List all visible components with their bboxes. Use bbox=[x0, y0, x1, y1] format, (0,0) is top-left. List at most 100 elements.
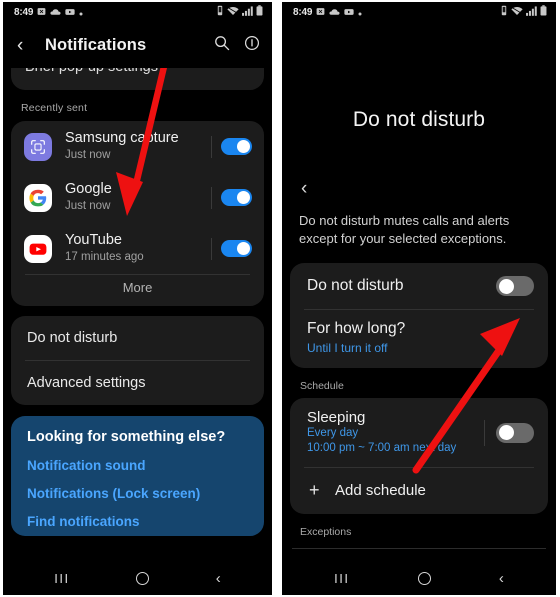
dnd-toggle-row[interactable]: Do not disturb bbox=[290, 263, 548, 309]
list-item-text: Samsung capture Just now bbox=[65, 130, 211, 163]
signal-icon bbox=[242, 3, 253, 21]
brief-popup-settings-label: Brief pop-up settings bbox=[25, 68, 158, 75]
recently-sent-label: Recently sent bbox=[21, 102, 88, 114]
duration-label: For how long? bbox=[307, 320, 406, 337]
right-phone-screen: 8:49 Do not disturb ‹ Do not disturb mut… bbox=[282, 0, 558, 597]
youtube-icon bbox=[344, 3, 354, 21]
nav-back-button[interactable]: ‹ bbox=[216, 571, 221, 586]
status-bar-clock: 8:49 bbox=[14, 6, 34, 18]
notification-toggle[interactable] bbox=[221, 189, 252, 206]
left-nav-bar: III ‹ bbox=[3, 562, 272, 595]
wifi-icon bbox=[511, 3, 523, 21]
duration-row[interactable]: For how long? Until I turn it off bbox=[290, 310, 548, 368]
app-timestamp: Just now bbox=[65, 149, 111, 161]
looking-for-something-else-card: Looking for something else? Notification… bbox=[11, 416, 264, 536]
divider bbox=[484, 419, 485, 446]
cloud-icon bbox=[50, 3, 61, 21]
menu-item-do-not-disturb[interactable]: Do not disturb bbox=[11, 316, 264, 360]
app-timestamp: Just now bbox=[65, 200, 111, 212]
nav-back-button[interactable]: ‹ bbox=[499, 571, 504, 586]
header-actions bbox=[214, 35, 260, 56]
schedule-card: Sleeping Every day 10:00 pm ~ 7:00 am ne… bbox=[290, 398, 548, 514]
promo-title: Looking for something else? bbox=[27, 429, 226, 445]
cloud-icon bbox=[329, 3, 340, 21]
divider bbox=[211, 186, 212, 209]
divider bbox=[211, 135, 212, 158]
google-icon bbox=[24, 183, 52, 212]
schedule-name: Sleeping bbox=[307, 409, 366, 426]
home-button[interactable] bbox=[417, 572, 431, 585]
search-icon[interactable] bbox=[214, 35, 230, 56]
app-name: Google bbox=[65, 181, 112, 197]
info-icon[interactable] bbox=[244, 35, 260, 56]
schedule-item-sleeping[interactable]: Sleeping Every day 10:00 pm ~ 7:00 am ne… bbox=[290, 398, 548, 467]
recents-button[interactable]: III bbox=[334, 572, 349, 585]
app-name: Samsung capture bbox=[65, 130, 179, 146]
notifications-header: ‹ Notifications bbox=[3, 22, 272, 68]
list-item[interactable]: Google Just now bbox=[11, 172, 264, 223]
screenshot-icon bbox=[37, 3, 46, 21]
battery-icon bbox=[540, 3, 547, 21]
divider bbox=[292, 548, 546, 549]
wifi-icon bbox=[227, 3, 239, 21]
do-not-disturb-content[interactable]: Do not disturb ‹ Do not disturb mutes ca… bbox=[282, 22, 556, 562]
battery-icon bbox=[256, 3, 263, 21]
samsung-capture-icon bbox=[24, 132, 52, 161]
back-button[interactable]: ‹ bbox=[17, 36, 37, 55]
menu-item-advanced-settings[interactable]: Advanced settings bbox=[11, 361, 264, 405]
schedule-toggle[interactable] bbox=[496, 422, 534, 443]
left-phone-screen: 8:49 ‹ Notifications Recently sent Samsu… bbox=[0, 0, 274, 597]
app-name: YouTube bbox=[65, 232, 122, 248]
list-item[interactable]: YouTube 17 minutes ago bbox=[11, 223, 264, 274]
dnd-settings-card: Do not disturb For how long? Until I tur… bbox=[290, 263, 548, 368]
notifications-content[interactable]: Brief pop-up settings Recently sent bbox=[3, 68, 272, 562]
dot-icon bbox=[358, 3, 362, 21]
dot-icon bbox=[79, 3, 83, 21]
vibrate-icon bbox=[500, 3, 508, 21]
add-schedule-label: Add schedule bbox=[335, 482, 426, 499]
divider bbox=[211, 237, 212, 260]
brief-popup-settings-row[interactable]: Brief pop-up settings bbox=[11, 68, 264, 90]
status-bar-right-group bbox=[216, 3, 263, 21]
list-item-text: Google Just now bbox=[65, 181, 211, 214]
add-schedule-button[interactable]: + Add schedule bbox=[290, 468, 548, 514]
dnd-description: Do not disturb mutes calls and alerts ex… bbox=[299, 213, 510, 246]
status-bar-clock: 8:49 bbox=[293, 6, 313, 18]
link-find-notifications[interactable]: Find notifications bbox=[27, 514, 248, 529]
dnd-toggle-label: Do not disturb bbox=[307, 277, 404, 294]
plus-icon: + bbox=[309, 480, 320, 500]
page-title: Notifications bbox=[45, 35, 147, 54]
duration-value: Until I turn it off bbox=[307, 341, 388, 355]
vibrate-icon bbox=[216, 3, 224, 21]
status-bar-right-group bbox=[500, 3, 547, 21]
more-button[interactable]: More bbox=[11, 275, 264, 306]
signal-icon bbox=[526, 3, 537, 21]
right-nav-bar: III ‹ bbox=[282, 562, 556, 595]
panel-gap bbox=[274, 0, 282, 597]
back-button[interactable]: ‹ bbox=[282, 132, 556, 198]
link-notification-sound[interactable]: Notification sound bbox=[27, 458, 248, 473]
youtube-icon bbox=[24, 234, 52, 263]
app-timestamp: 17 minutes ago bbox=[65, 251, 144, 263]
home-button[interactable] bbox=[136, 572, 150, 585]
dnd-toggle[interactable] bbox=[496, 276, 534, 296]
screenshot-stage: 8:49 ‹ Notifications Recently sent Samsu… bbox=[0, 0, 560, 597]
notification-toggle[interactable] bbox=[221, 240, 252, 257]
recently-sent-card: Samsung capture Just now Google Just now… bbox=[11, 121, 264, 306]
link-notifications-lock-screen[interactable]: Notifications (Lock screen) bbox=[27, 486, 248, 501]
list-item-text: YouTube 17 minutes ago bbox=[65, 232, 211, 265]
status-bar-left-group: 8:49 bbox=[293, 3, 362, 21]
schedule-time-range: 10:00 pm ~ 7:00 am next day bbox=[307, 442, 457, 454]
youtube-icon bbox=[65, 3, 75, 21]
exceptions-section-label: Exceptions bbox=[300, 526, 352, 538]
recents-button[interactable]: III bbox=[54, 572, 69, 585]
dnd-page-title: Do not disturb bbox=[352, 108, 486, 131]
notification-toggle[interactable] bbox=[221, 138, 252, 155]
settings-menu-card: Do not disturb Advanced settings bbox=[11, 316, 264, 405]
right-status-bar: 8:49 bbox=[282, 2, 556, 22]
schedule-section-label: Schedule bbox=[300, 380, 344, 392]
left-status-bar: 8:49 bbox=[3, 2, 272, 22]
list-item[interactable]: Samsung capture Just now bbox=[11, 121, 264, 172]
schedule-days: Every day bbox=[307, 427, 359, 439]
screenshot-icon bbox=[316, 3, 325, 21]
